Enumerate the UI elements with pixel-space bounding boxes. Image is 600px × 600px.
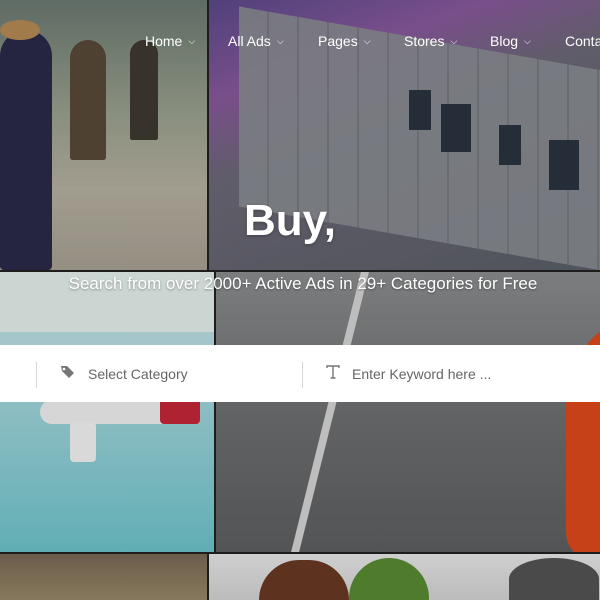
nav-item-label: Blog — [490, 33, 519, 49]
nav-item-blog[interactable]: Blog ⌵ — [490, 33, 531, 49]
nav-item-stores[interactable]: Stores ⌵ — [404, 33, 457, 49]
nav-item-label: Conta — [565, 33, 600, 49]
keyword-input[interactable] — [352, 365, 582, 382]
chevron-down-icon: ⌵ — [188, 36, 196, 46]
chevron-down-icon: ⌵ — [524, 36, 531, 46]
category-select[interactable] — [60, 345, 318, 402]
nav-item-home[interactable]: Home ⌵ — [145, 33, 195, 49]
chevron-down-icon: ⌵ — [276, 36, 284, 46]
tags-icon — [60, 365, 76, 383]
nav-item-label: Stores — [404, 33, 445, 49]
hero-title: Buy, — [243, 196, 337, 245]
search-divider — [302, 362, 303, 388]
nav-item-pages[interactable]: Pages ⌵ — [318, 33, 371, 49]
chevron-down-icon: ⌵ — [363, 36, 371, 46]
dark-overlay — [0, 0, 600, 600]
nav-item-contact[interactable]: Conta — [565, 33, 600, 49]
main-nav: Home ⌵ All Ads ⌵ Pages ⌵ Stores ⌵ Blog ⌵ Cont… — [0, 0, 600, 84]
nav-item-all-ads[interactable]: All Ads ⌵ — [228, 33, 284, 49]
hero-subtitle: Search from over 2000+ Active Ads in 29+… — [68, 274, 538, 293]
search-divider — [36, 362, 37, 388]
search-bar — [0, 345, 600, 402]
text-icon — [326, 364, 340, 383]
category-field[interactable] — [88, 365, 318, 382]
chevron-down-icon: ⌵ — [450, 36, 458, 46]
nav-item-label: Pages — [318, 33, 358, 49]
keyword-field-wrap[interactable] — [326, 345, 582, 402]
nav-item-label: Home — [145, 33, 183, 49]
nav-item-label: All Ads — [228, 33, 271, 49]
